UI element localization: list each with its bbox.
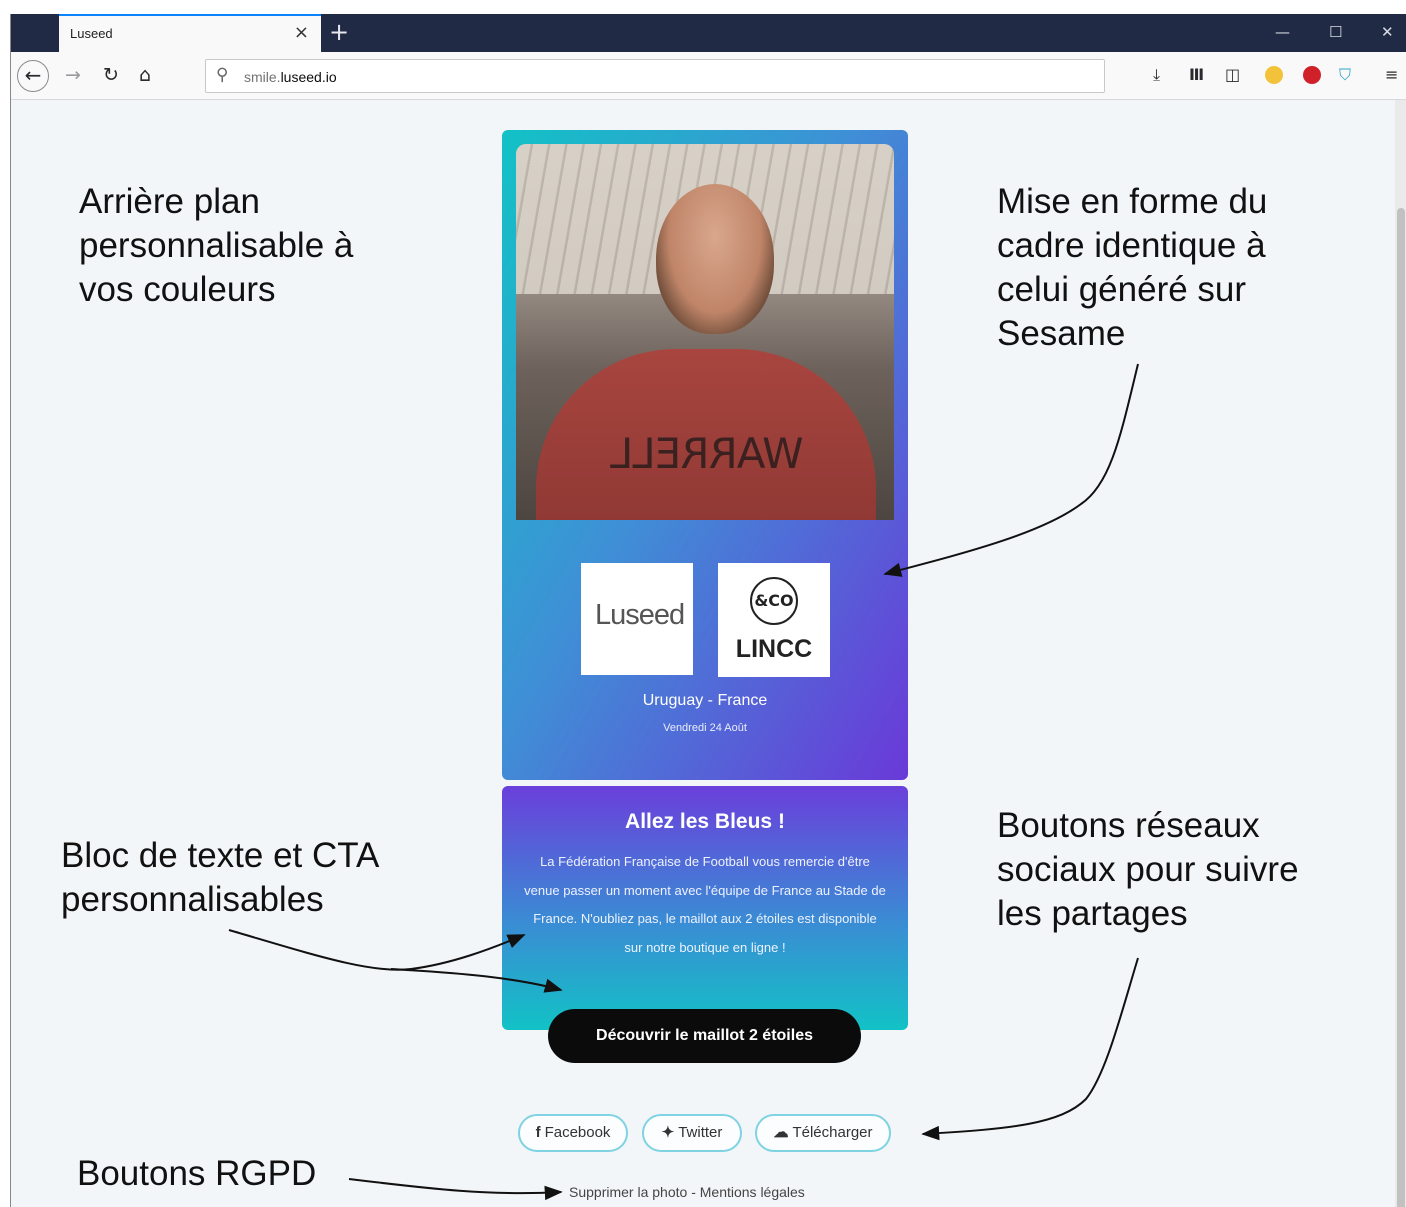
emoji-extension-icon[interactable] [1265,66,1283,84]
cta-button[interactable]: Découvrir le maillot 2 étoiles [548,1009,861,1063]
facebook-icon: f [535,1124,541,1141]
download-icon[interactable]: ⤓ [1153,64,1160,86]
lincc-ring-icon: &CO [750,577,798,625]
arrow-social [921,957,1139,1141]
url-text: smile.luseed.io [244,69,337,85]
search-icon: ⚲ [216,65,229,85]
photo-shirt-text: WARRELL [611,429,804,478]
arrow-frame [883,363,1139,577]
lincc-logo-text: LINCC [735,635,813,663]
menu-icon[interactable]: ≡ [1385,64,1398,86]
delete-photo-link[interactable]: Supprimer la photo [569,1184,687,1200]
download-button[interactable]: ☁ Télécharger [755,1114,891,1152]
home-icon[interactable]: ⌂ [139,62,151,88]
text-block-title: Allez les Bleus ! [625,810,785,833]
title-bar: Luseed × + — ☐ ✕ [11,14,1406,52]
text-block-body: La Fédération Française de Football vous… [524,854,886,955]
annotation-background: Arrière plan personnalisable à vos coule… [79,182,354,309]
facebook-button[interactable]: f Facebook [518,1114,628,1152]
legal-separator: - [691,1184,696,1200]
browser-tab[interactable]: Luseed × [59,14,321,52]
sidebar-icon[interactable]: ◫ [1225,64,1240,86]
tab-close-icon[interactable]: × [294,23,309,43]
adblock-icon[interactable] [1303,66,1321,84]
maximize-icon[interactable]: ☐ [1329,22,1342,42]
url-domain: luseed.io [280,69,337,85]
twitter-button[interactable]: ✦ Twitter [642,1114,742,1152]
twitter-label: Twitter [678,1124,723,1141]
user-photo: WARRELL [516,144,894,520]
annotation-frame: Mise en forme du cadre identique à celui… [997,182,1268,353]
close-window-icon[interactable]: ✕ [1381,22,1394,42]
text-block-card: Allez les Bleus ! La Fédération Français… [502,786,908,1030]
lincc-logo: &CO LINCC [718,563,830,677]
address-bar[interactable]: ⚲ smile.luseed.io [205,59,1105,93]
forward-arrow-icon[interactable]: → [65,62,81,88]
tab-title: Luseed [70,26,113,41]
arrow-text-block-upper [228,929,526,971]
facebook-label: Facebook [544,1124,611,1141]
navigation-toolbar: ← → ↻ ⌂ ⚲ smile.luseed.io ⤓ Ⅲ ◫ ⛉ ≡ [11,52,1406,100]
match-date: Vendredi 24 Août [663,722,747,734]
minimize-icon[interactable]: — [1275,22,1290,42]
new-tab-icon[interactable]: + [329,18,349,46]
back-arrow-icon[interactable]: ← [17,60,49,92]
scrollbar-track[interactable] [1395,100,1406,1207]
library-icon[interactable]: Ⅲ [1189,64,1204,86]
url-prefix: smile. [244,69,281,85]
annotation-social: Boutons réseaux sociaux pour suivre les … [997,806,1299,933]
twitter-icon: ✦ [661,1124,675,1141]
cloud-download-icon: ☁ [773,1124,789,1141]
legal-links: Supprimer la photo - Mentions légales [569,1184,805,1200]
legal-notice-link[interactable]: Mentions légales [700,1184,805,1200]
annotation-text-block: Bloc de texte et CTA personnalisables [61,836,380,919]
arrow-gdpr [348,1178,563,1201]
photo-frame-card: WARRELL Luseed &CO LINCC Uruguay - Franc… [502,130,908,780]
scrollbar-thumb[interactable] [1397,208,1405,1207]
luseed-logo-text: Luseed [595,599,685,631]
luseed-logo: Luseed [581,563,693,675]
match-title: Uruguay - France [642,692,768,709]
browser-window: Luseed × + — ☐ ✕ ← → ↻ ⌂ ⚲ smile.luseed.… [10,14,1406,1207]
download-label: Télécharger [792,1124,873,1141]
photo-head [656,184,774,334]
shield-icon[interactable]: ⛉ [1339,64,1351,86]
reload-icon[interactable]: ↻ [103,62,119,88]
annotation-gdpr: Boutons RGPD [77,1154,317,1193]
